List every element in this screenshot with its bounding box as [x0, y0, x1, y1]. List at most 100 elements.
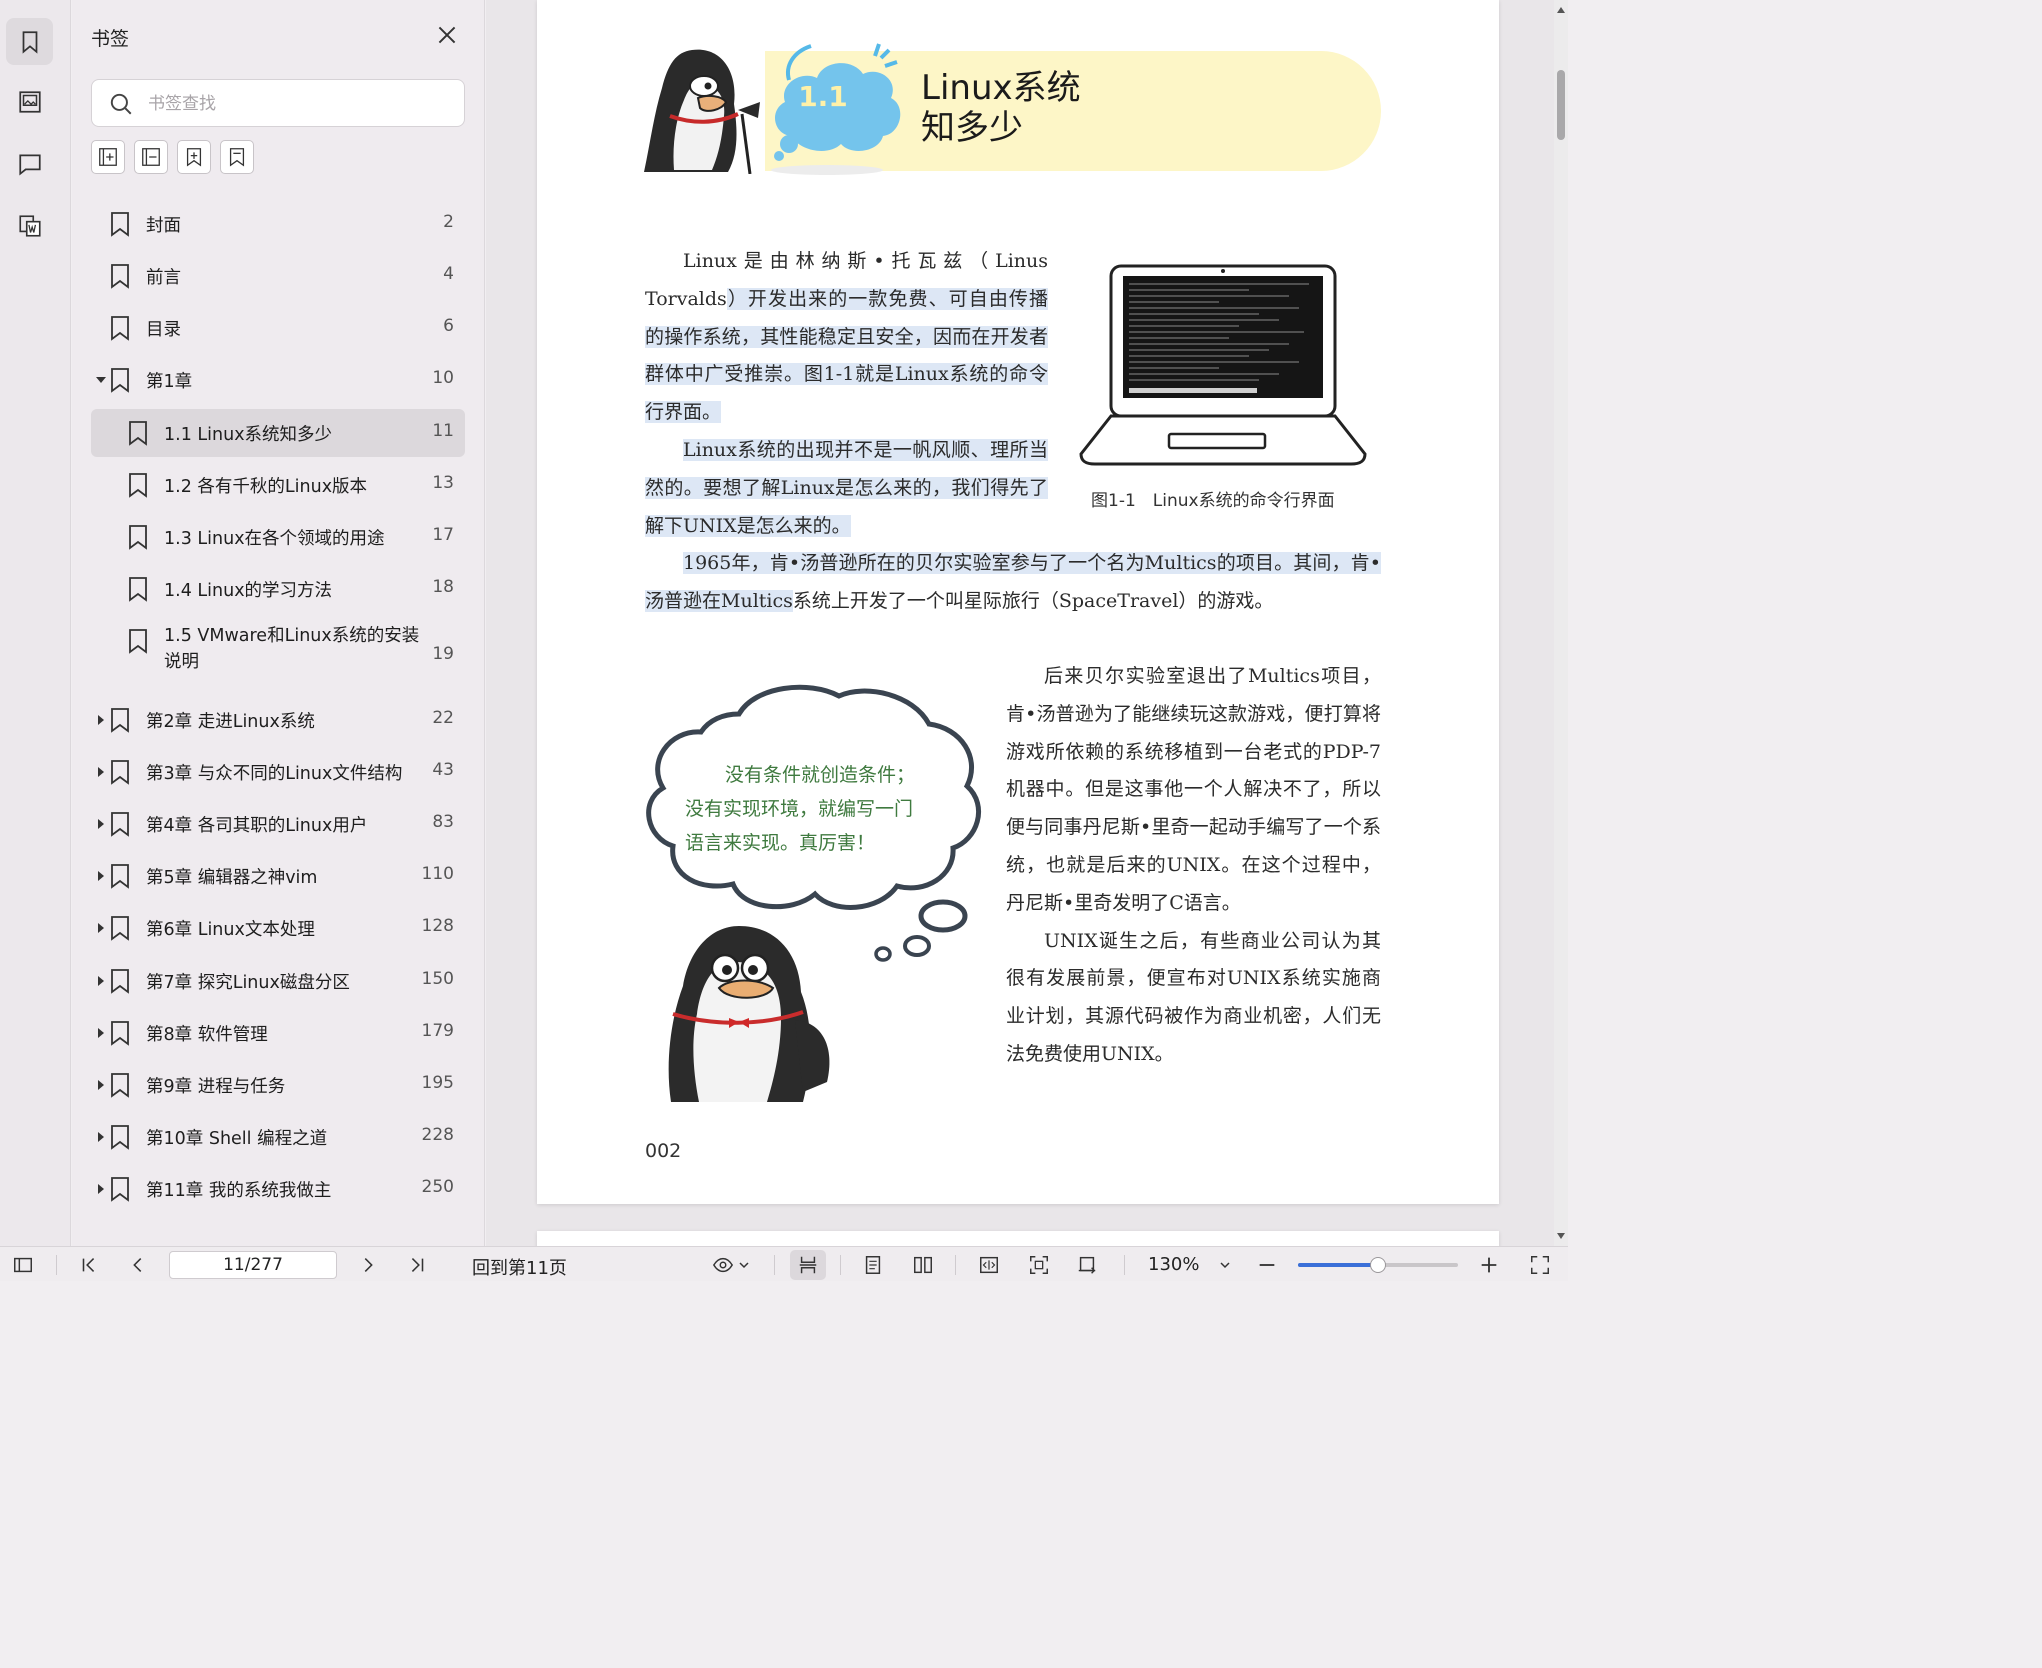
thumbnail-panel-button[interactable] — [6, 78, 53, 125]
bookmark-item[interactable]: 第7章 探究Linux磁盘分区 150 — [91, 957, 465, 1005]
fullscreen-icon — [1531, 1256, 1549, 1274]
bookmark-label: 第9章 进程与任务 — [146, 1077, 286, 1097]
chevron-down-icon — [739, 1262, 749, 1269]
previous-page-button[interactable] — [125, 1253, 151, 1277]
continuous-scroll-button[interactable] — [790, 1250, 826, 1280]
bookmark-search — [91, 79, 465, 127]
bookmark-subitem[interactable]: 1.5 VMware和Linux系统的安装 说明 19 — [91, 617, 465, 677]
paragraph-multics: 1965年，肯•汤普逊所在的贝尔实验室参与了一个名为Multics的项目。其间，… — [645, 552, 1381, 612]
continuous-page-icon — [799, 1256, 817, 1274]
single-page-icon — [865, 1256, 881, 1274]
return-to-page-link[interactable]: 回到第11页 — [472, 1254, 567, 1280]
toggle-sidebar-button[interactable] — [10, 1253, 36, 1277]
scroll-down-icon[interactable] — [1556, 1232, 1566, 1240]
single-page-button[interactable] — [860, 1253, 886, 1277]
bookmark-subitem[interactable]: 1.2 各有千秋的Linux版本 13 — [91, 461, 465, 509]
bookmark-item[interactable]: 第10章 Shell 编程之道 228 — [91, 1113, 465, 1161]
fullscreen-button[interactable] — [1527, 1253, 1553, 1277]
add-bookmark-button[interactable] — [177, 140, 211, 174]
caret-right-icon[interactable] — [95, 1078, 107, 1092]
bookmark-item[interactable]: 第6章 Linux文本处理 128 — [91, 904, 465, 952]
last-page-button[interactable] — [404, 1253, 430, 1277]
caret-down-icon[interactable] — [95, 373, 107, 387]
rotate-button[interactable] — [1074, 1253, 1100, 1277]
zoom-slider-fill — [1298, 1263, 1378, 1267]
bookmark-label: 第7章 探究Linux磁盘分区 — [146, 973, 350, 993]
bookmark-page-number: 83 — [432, 812, 454, 832]
bookmark-item[interactable]: 第1章 10 — [91, 356, 465, 404]
caret-right-icon[interactable] — [95, 713, 107, 727]
bookmark-subitem[interactable]: 1.1 Linux系统知多少 11 — [91, 409, 465, 457]
expand-all-icon — [99, 148, 117, 166]
scroll-up-icon[interactable] — [1556, 6, 1566, 14]
bookmark-page-number: 110 — [421, 864, 454, 884]
caret-right-icon[interactable] — [95, 765, 107, 779]
convert-word-button[interactable] — [6, 202, 53, 249]
next-page-button[interactable] — [355, 1253, 381, 1277]
bookmark-label: 第4章 各司其职的Linux用户 — [146, 816, 368, 836]
bookmark-item[interactable]: 第9章 进程与任务 195 — [91, 1061, 465, 1109]
zoom-slider-knob[interactable] — [1370, 1257, 1386, 1273]
bookmark-item[interactable]: 第5章 编辑器之神vim 110 — [91, 852, 465, 900]
caret-right-icon[interactable] — [95, 1182, 107, 1196]
zoom-out-button[interactable] — [1254, 1253, 1280, 1277]
bookmark-search-input[interactable] — [148, 90, 448, 118]
bookmark-panel-button[interactable] — [6, 18, 53, 65]
thought-text: 没有条件就创造条件； 没有实现环境，就编写一门 语言来实现。真厉害！ — [685, 764, 916, 854]
bookmark-item[interactable]: 第11章 我的系统我做主 250 — [91, 1165, 465, 1213]
reading-mode-button[interactable] — [706, 1253, 756, 1277]
caret-right-icon[interactable] — [95, 921, 107, 935]
first-page-button[interactable] — [76, 1253, 102, 1277]
bookmark-item[interactable]: 第4章 各司其职的Linux用户 83 — [91, 800, 465, 848]
bookmark-subitem[interactable]: 1.4 Linux的学习方法 18 — [91, 565, 465, 613]
bookmark-icon — [111, 812, 129, 837]
collapse-all-button[interactable] — [134, 140, 168, 174]
caret-right-icon[interactable] — [95, 869, 107, 883]
bookmark-icon — [129, 421, 147, 446]
section-number: 1.1 — [798, 80, 848, 113]
bookmark-icon — [111, 1021, 129, 1046]
close-icon[interactable] — [434, 22, 460, 48]
bookmark-item[interactable]: 前言 4 — [91, 252, 465, 300]
bookmark-label: 1.4 Linux的学习方法 — [164, 581, 333, 601]
bookmark-button[interactable] — [220, 140, 254, 174]
scroll-thumb[interactable] — [1557, 70, 1565, 140]
bookmark-page-number: 228 — [421, 1125, 454, 1145]
pdf-page: 1.1 Linux系统 知多少 Linux是由林纳斯•托瓦兹（Linus Tor… — [537, 0, 1499, 1204]
zoom-slider[interactable] — [1298, 1257, 1458, 1273]
chevron-left-icon — [133, 1258, 142, 1272]
bookmark-label: 第11章 我的系统我做主 — [146, 1181, 332, 1201]
bookmark-subitem[interactable]: 1.3 Linux在各个领域的用途 17 — [91, 513, 465, 561]
two-page-button[interactable] — [910, 1253, 936, 1277]
bookmark-item[interactable]: 目录 6 — [91, 304, 465, 352]
caret-right-icon[interactable] — [95, 817, 107, 831]
bookmark-item[interactable]: 封面 2 — [91, 200, 465, 248]
comment-panel-button[interactable] — [6, 140, 53, 187]
bookmark-icon — [111, 969, 129, 994]
bookmark-label: 目录 — [146, 320, 181, 340]
vertical-scrollbar[interactable] — [1554, 0, 1568, 1246]
zoom-dropdown-button[interactable] — [1216, 1253, 1234, 1277]
page-number-input[interactable]: 11/277 — [169, 1251, 337, 1279]
bookmark-item[interactable]: 第2章 走进Linux系统 22 — [91, 696, 465, 744]
caret-right-icon[interactable] — [95, 1026, 107, 1040]
bookmark-item[interactable]: 第8章 软件管理 179 — [91, 1009, 465, 1057]
bottom-toolbar: 11/277 回到第11页 130% — [0, 1246, 1568, 1281]
bookmark-outline-icon — [229, 148, 245, 167]
document-view: 1.1 Linux系统 知多少 Linux是由林纳斯•托瓦兹（Linus Tor… — [486, 0, 1568, 1271]
bookmark-icon — [111, 916, 129, 941]
section-title: Linux系统 知多少 — [921, 68, 1081, 148]
zoom-level[interactable]: 130% — [1148, 1254, 1199, 1275]
bookmark-item[interactable]: 第3章 与众不同的Linux文件结构 43 — [91, 748, 465, 796]
zoom-in-button[interactable] — [1476, 1253, 1502, 1277]
paragraph-unix: 后来贝尔实验室退出了Multics项目，肯•汤普逊为了能继续玩这款游戏，便打算将… — [1006, 665, 1381, 1065]
caret-right-icon[interactable] — [95, 974, 107, 988]
minus-icon — [1259, 1264, 1275, 1266]
fit-width-button[interactable] — [976, 1253, 1002, 1277]
first-page-icon — [82, 1258, 95, 1272]
fit-page-button[interactable] — [1026, 1253, 1052, 1277]
search-icon — [110, 93, 132, 115]
bookmark-page-number: 43 — [432, 760, 454, 780]
expand-all-button[interactable] — [91, 140, 125, 174]
caret-right-icon[interactable] — [95, 1130, 107, 1144]
